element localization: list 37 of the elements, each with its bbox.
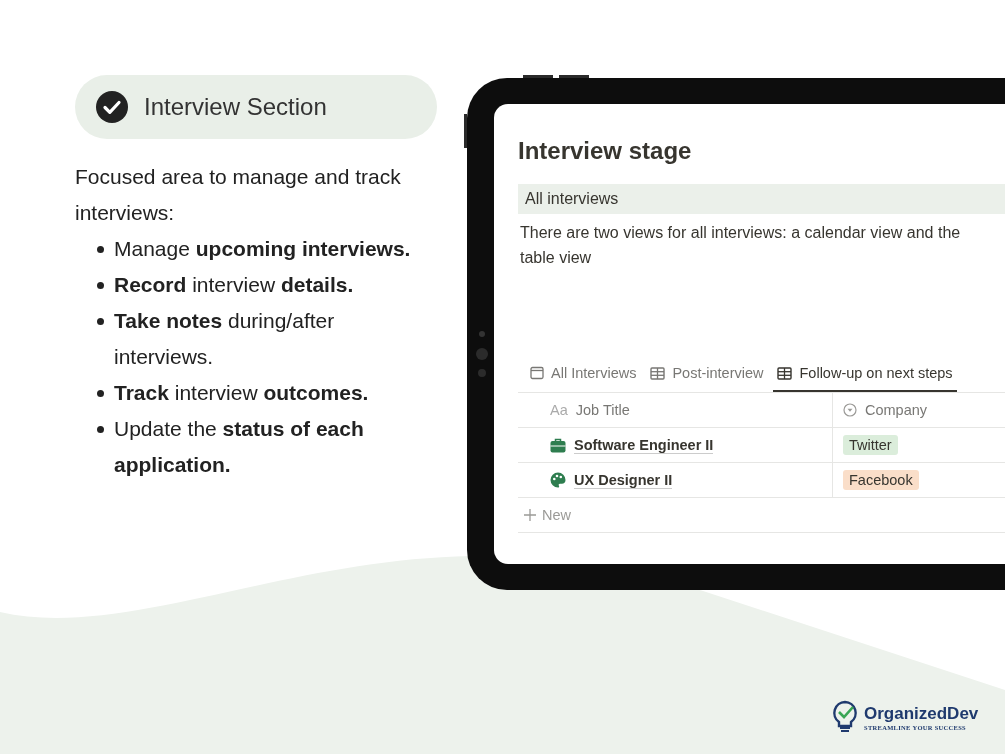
table-icon [650,366,666,380]
bullet-icon [97,426,104,433]
job-title-link[interactable]: Software Engineer II [574,436,714,454]
description-text: There are two views for all interviews: a calendar view and the table view [520,223,962,268]
text-type-icon: Aa [550,402,568,418]
bullet-text: Update the status of each application. [114,416,365,478]
view-tab[interactable]: All Interviews [526,358,641,392]
check-circle-icon [96,91,128,123]
intro-text: Focused area to manage and track interviews: [75,164,402,226]
lightbulb-check-icon [832,700,858,734]
plus-icon [524,509,536,521]
bullet-icon [97,282,104,289]
view-tab[interactable]: Follow-up on next steps [773,358,957,392]
bullet-text: Take notes during/after interviews. [114,308,336,370]
bullet-text: Track interview outcomes. [114,380,370,406]
callout-heading: All interviews [518,184,1005,214]
section-title: Interview Section [144,93,327,121]
job-title-link[interactable]: UX Designer II [574,471,673,489]
column-header[interactable]: Company [865,402,928,418]
bullet-icon [97,246,104,253]
bullet-icon [97,318,104,325]
dropdown-icon [843,403,857,417]
company-tag: Facebook [843,470,919,490]
briefcase-icon [550,437,566,453]
calendar-icon [530,366,544,380]
bullet-icon [97,390,104,397]
camera-icon [476,328,488,378]
bullet-text: Record interview details. [114,272,355,298]
page-title: Interview stage [518,136,693,165]
brand-name: OrganizedDev [864,703,979,724]
column-header[interactable]: Job Title [575,402,630,418]
palette-icon [550,472,566,488]
bullet-text: Manage upcoming interviews. [114,236,412,262]
company-tag: Twitter [843,435,898,455]
table-icon [777,366,793,380]
new-row-button[interactable]: New [518,498,1005,533]
view-tab[interactable]: Post-interview [646,358,768,392]
